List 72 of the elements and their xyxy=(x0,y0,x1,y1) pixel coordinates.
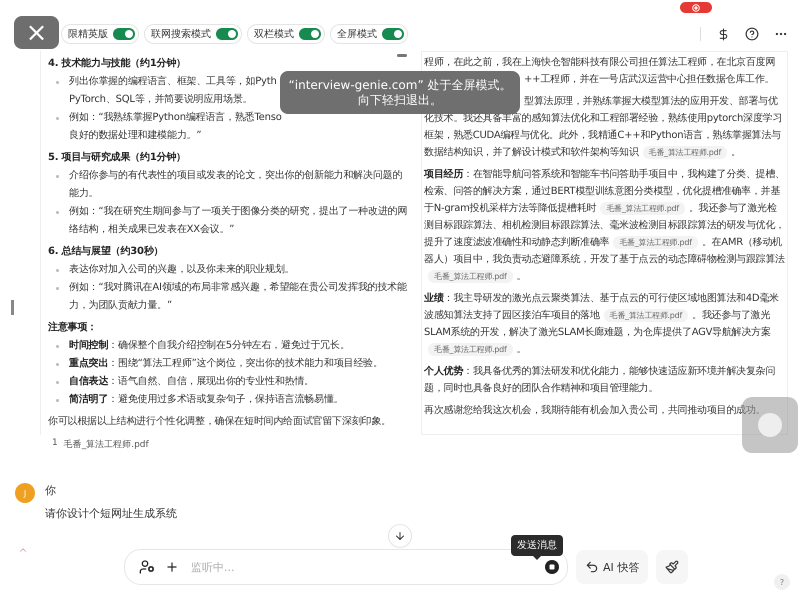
toggle-label: 双栏模式 xyxy=(254,28,294,41)
mode-toggle-pill[interactable]: 全屏模式 xyxy=(330,24,408,44)
toggle-switch[interactable] xyxy=(113,28,135,40)
item-text: ：避免使用过多术语或复杂句子，保持语言流畅易懂。 xyxy=(108,392,344,407)
item-text: 例如：“我熟练掌握Python编程语言，熟悉Tenso 良好的数据处理和建模能力。” xyxy=(69,110,282,143)
record-icon xyxy=(692,4,700,12)
bullet-icon xyxy=(56,381,59,384)
scroll-down-button[interactable] xyxy=(388,524,412,548)
section-heading: 4. 技术能力与技能（约1分钟） xyxy=(48,56,186,71)
item-text: ：围绕“算法工程师”这个岗位，突出你的技术能力和项目经验。 xyxy=(108,356,383,371)
user-gear-icon[interactable] xyxy=(139,559,155,575)
resize-handle[interactable] xyxy=(11,300,14,315)
paragraph-text: 再次感谢您给我这次机会，我期待能有机会加入贵公司，共同推动项目的成功。 xyxy=(424,404,766,418)
toggle-label: 联网搜索模式 xyxy=(151,28,211,41)
stop-icon[interactable] xyxy=(545,560,559,574)
toggle-label: 全屏模式 xyxy=(337,28,377,41)
item-text: ：确保整个自我介绍控制在5分钟左右，避免过于冗长。 xyxy=(108,338,350,353)
item-label: 自信表达 xyxy=(69,374,108,389)
bullet-icon xyxy=(56,287,59,290)
help-button[interactable]: ? xyxy=(774,574,790,590)
paragraph-text: 程师，在此之前，我在上海快仓智能科技有限公司担任算法工程师，在北京百度网 xyxy=(424,56,776,70)
item-text: 介绍你参与的有代表性的项目或发表的论文，突出你的创新能力和解决问题的能力。 xyxy=(69,168,404,201)
paragraph-text: 型算法原理，并熟练掌握大模型算法的应用开发、部署与优 xyxy=(524,96,778,107)
item-text: 表达你对加入公司的兴趣，以及你未来的职业规划。 xyxy=(69,262,294,277)
close-button[interactable]: × xyxy=(14,16,59,49)
item-text: 例如：“我在研究生期间参与了一项关于图像分类的研究，提出了一种改进的网络结构，相关成果已发表在XX会议。” xyxy=(69,204,408,237)
bullet-icon xyxy=(56,211,59,214)
help-icon[interactable] xyxy=(743,25,761,43)
scroll-handle[interactable] xyxy=(397,54,407,57)
curved-arrow-icon xyxy=(585,560,599,574)
plus-icon[interactable] xyxy=(165,560,179,574)
toggle-label: 限精英版 xyxy=(68,28,108,41)
input-field[interactable]: 监听中... xyxy=(124,549,568,585)
item-text: 列出你掌握的编程语言、框架、工具等，如Pyth PyTorch、SQL等，并简要说明应用场景。 xyxy=(69,74,277,107)
bullet-icon xyxy=(56,363,59,366)
message-text: 请你设计个短网址生成系统 xyxy=(45,506,177,521)
section-heading: 5. 项目与研究成果（约1分钟） xyxy=(48,150,186,165)
clear-button[interactable] xyxy=(656,550,688,584)
toast-text: “interview-genie.com” 处于全屏模式。 xyxy=(288,78,512,92)
paragraph-text: 项目经历：在智能导航问答系统和智能车书问答助手项目中，我构建了分类、提槽、检索、问答的解决方案，通过BERT模型训练意图分类模型，优化提槽准确率，并基于N-gram投机采样方法等降低提槽耗时 毛番_算法工程师.pdf 。我还参与了激光检测目标跟踪算法、相机检测目标跟踪算法、毫米波检测目标跟踪算法的研发与优化，提升了速度滤波准确性和动静态判断准确率 毛番_算法工程师.pdf 。在AMR（移动机器人）项目中，我负责动态避障系统，开发了基于点云的动态障碍物检测与跟踪算法 毛番_算法工程师.pdf 。 xyxy=(424,168,786,285)
brush-icon xyxy=(665,560,680,574)
section-heading: 注意事项： xyxy=(48,320,98,335)
paragraph-text: 业绩：我主导研发的激光点云聚类算法、基于点云的可行使区域地图算法和4D毫米波感知算法支持了园区接泊车项目的落地 毛番_算法工程师.pdf 。我还参与了激光SLAM系统的开发，解决了激光SLAM长廊难题，为仓库提供了AGV导航解决方案 毛番_算法工程师.pdf 。 xyxy=(424,292,780,358)
mode-toggle-pill[interactable]: 限精英版 xyxy=(61,24,139,44)
toggle-switch[interactable] xyxy=(382,28,404,40)
paragraph-text: ++工程师，并在一号店武汉运营中心担任数据仓库工作。 xyxy=(524,74,774,85)
message-author: 你 xyxy=(45,483,57,498)
bullet-icon xyxy=(56,269,59,272)
item-text: 例如：“我对腾讯在AI领域的布局非常感兴趣，希望能在贵公司发挥我的技术能力，为团队贡献力量。” xyxy=(69,280,408,313)
arrow-down-icon xyxy=(394,530,406,542)
item-label: 时间控制 xyxy=(69,338,108,353)
message-input[interactable]: 监听中... xyxy=(189,560,535,574)
toggle-switch[interactable] xyxy=(299,28,321,40)
quick-answer-button[interactable]: AI 快答 xyxy=(576,550,648,584)
item-label: 简洁明了 xyxy=(69,392,108,407)
bullet-icon xyxy=(56,399,59,402)
bullet-icon xyxy=(56,81,59,84)
toast-text: 向下轻扫退出。 xyxy=(358,92,442,108)
bullet-icon xyxy=(56,345,59,348)
section-heading: 6. 总结与展望（约30秒） xyxy=(48,244,164,259)
closing-text: 你可以根据以上结构进行个性化调整，确保在短时间内给面试官留下深刻印象。 xyxy=(48,414,392,429)
bullet-icon xyxy=(56,175,59,178)
item-label: 重点突出 xyxy=(69,356,108,371)
source-link[interactable]: 毛番_算法工程师.pdf xyxy=(64,438,149,452)
item-text: ：语气自然、自信，展现出你的专业性和热情。 xyxy=(108,374,314,389)
bullet-icon xyxy=(56,117,59,120)
mode-toggle-pill[interactable]: 联网搜索模式 xyxy=(144,24,242,44)
source-index: 1 xyxy=(52,438,58,450)
mode-toggle-pill[interactable]: 双栏模式 xyxy=(247,24,325,44)
toggle-switch[interactable] xyxy=(216,28,238,40)
paragraph-text: 个人优势：我具备优秀的算法研发和优化能力，能够快速适应新环境并解决复杂问题，同时也具备良好的团队合作精神和项目管理能力。 xyxy=(424,364,776,396)
user-avatar: J xyxy=(15,483,35,503)
